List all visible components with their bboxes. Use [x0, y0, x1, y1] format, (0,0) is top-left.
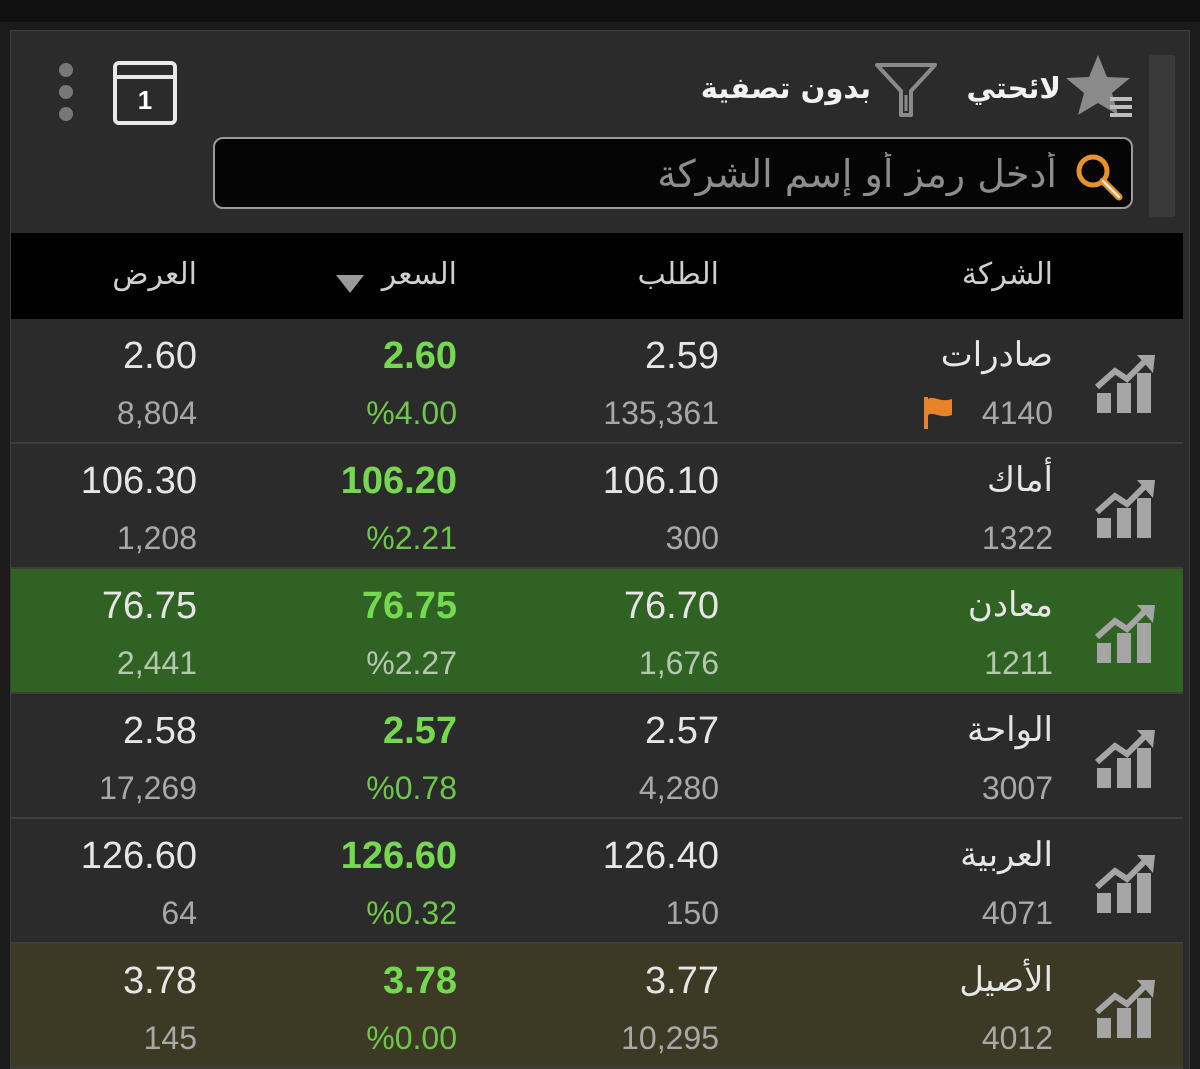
bid-quantity: 300 — [665, 520, 719, 556]
search-icon[interactable] — [1073, 151, 1125, 203]
last-price: 126.60 — [340, 835, 457, 877]
company-code: 4071 — [981, 895, 1053, 931]
last-price: 76.75 — [361, 585, 457, 627]
offer-price: 2.60 — [123, 335, 197, 377]
change-percent: %2.27 — [366, 645, 457, 681]
flag-icon — [924, 397, 952, 429]
column-price[interactable]: السعر — [382, 257, 457, 292]
chart-icon[interactable] — [1095, 478, 1157, 540]
bid-price: 2.57 — [645, 710, 719, 752]
company-name: الواحة — [966, 711, 1053, 749]
table-header: العرض السعر الطلب الشركة — [11, 233, 1183, 319]
bid-price: 76.70 — [623, 585, 719, 627]
search-input[interactable] — [235, 145, 1059, 203]
table-row[interactable]: 2.60 8,804 2.60 %4.00 2.59 135,361 صادرا… — [11, 319, 1183, 444]
company-code: 1322 — [981, 520, 1053, 556]
calendar-icon[interactable]: 1 — [113, 61, 177, 125]
offer-price: 106.30 — [80, 460, 197, 502]
company-name: الأصيل — [959, 961, 1053, 999]
table-row[interactable]: 76.75 2,441 76.75 %2.27 76.70 1,676 معاد… — [11, 569, 1183, 694]
change-percent: %0.00 — [366, 1020, 457, 1056]
bid-quantity: 150 — [665, 895, 719, 931]
bid-price: 2.59 — [645, 335, 719, 377]
stock-rows: 2.60 8,804 2.60 %4.00 2.59 135,361 صادرا… — [11, 319, 1183, 1069]
chart-icon[interactable] — [1095, 978, 1157, 1040]
chart-icon[interactable] — [1095, 728, 1157, 790]
sort-descending-icon[interactable] — [336, 275, 364, 293]
last-price: 2.60 — [383, 335, 457, 377]
scrollbar[interactable] — [1149, 55, 1175, 217]
chart-icon[interactable] — [1095, 853, 1157, 915]
company-name: صادرات — [940, 336, 1053, 374]
bid-quantity: 1,676 — [638, 645, 719, 681]
offer-price: 126.60 — [80, 835, 197, 877]
chart-icon[interactable] — [1095, 603, 1157, 665]
offer-quantity: 2,441 — [116, 645, 197, 681]
favorites-label[interactable]: لائحتي — [966, 71, 1061, 105]
bid-price: 126.40 — [602, 835, 719, 877]
table-row[interactable]: 3.78 145 3.78 %0.00 3.77 10,295 الأصيل 4… — [11, 944, 1183, 1069]
watchlist-panel: 1 بدون تصفية لائحتي العرض السعر الطلب ال… — [10, 30, 1190, 1069]
column-bid[interactable]: الطلب — [638, 257, 719, 292]
chart-icon[interactable] — [1095, 353, 1157, 415]
table-row[interactable]: 106.30 1,208 106.20 %2.21 106.10 300 أما… — [11, 444, 1183, 569]
status-strip — [0, 0, 1200, 22]
change-percent: %0.32 — [366, 895, 457, 931]
more-menu-icon[interactable] — [59, 63, 75, 123]
change-percent: %0.78 — [366, 770, 457, 806]
company-code: 3007 — [981, 770, 1053, 806]
offer-price: 76.75 — [101, 585, 197, 627]
bid-quantity: 10,295 — [621, 1020, 719, 1056]
column-company[interactable]: الشركة — [962, 257, 1053, 292]
bid-price: 106.10 — [602, 460, 719, 502]
calendar-day: 1 — [137, 85, 153, 115]
bid-price: 3.77 — [645, 960, 719, 1002]
company-name: أماك — [986, 461, 1053, 499]
table-row[interactable]: 126.60 64 126.60 %0.32 126.40 150 العربي… — [11, 819, 1183, 944]
company-code: 4140 — [981, 395, 1053, 431]
offer-quantity: 145 — [143, 1020, 197, 1056]
offer-quantity: 64 — [161, 895, 197, 931]
search-box[interactable] — [213, 137, 1133, 209]
last-price: 106.20 — [340, 460, 457, 502]
favorites-list-icon[interactable] — [1064, 53, 1138, 123]
change-percent: %4.00 — [366, 395, 457, 431]
last-price: 2.57 — [383, 710, 457, 752]
bid-quantity: 4,280 — [638, 770, 719, 806]
offer-price: 3.78 — [123, 960, 197, 1002]
last-price: 3.78 — [383, 960, 457, 1002]
offer-quantity: 8,804 — [116, 395, 197, 431]
company-code: 4012 — [981, 1020, 1053, 1056]
change-percent: %2.21 — [366, 520, 457, 556]
company-name: معادن — [967, 586, 1053, 624]
bid-quantity: 135,361 — [603, 395, 719, 431]
offer-quantity: 17,269 — [99, 770, 197, 806]
column-offer[interactable]: العرض — [112, 257, 197, 292]
offer-quantity: 1,208 — [116, 520, 197, 556]
company-name: العربية — [960, 836, 1053, 874]
filter-label[interactable]: بدون تصفية — [701, 71, 871, 105]
table-row[interactable]: 2.58 17,269 2.57 %0.78 2.57 4,280 الواحة… — [11, 694, 1183, 819]
filter-icon[interactable] — [873, 59, 939, 121]
company-code: 1211 — [984, 645, 1053, 681]
offer-price: 2.58 — [123, 710, 197, 752]
